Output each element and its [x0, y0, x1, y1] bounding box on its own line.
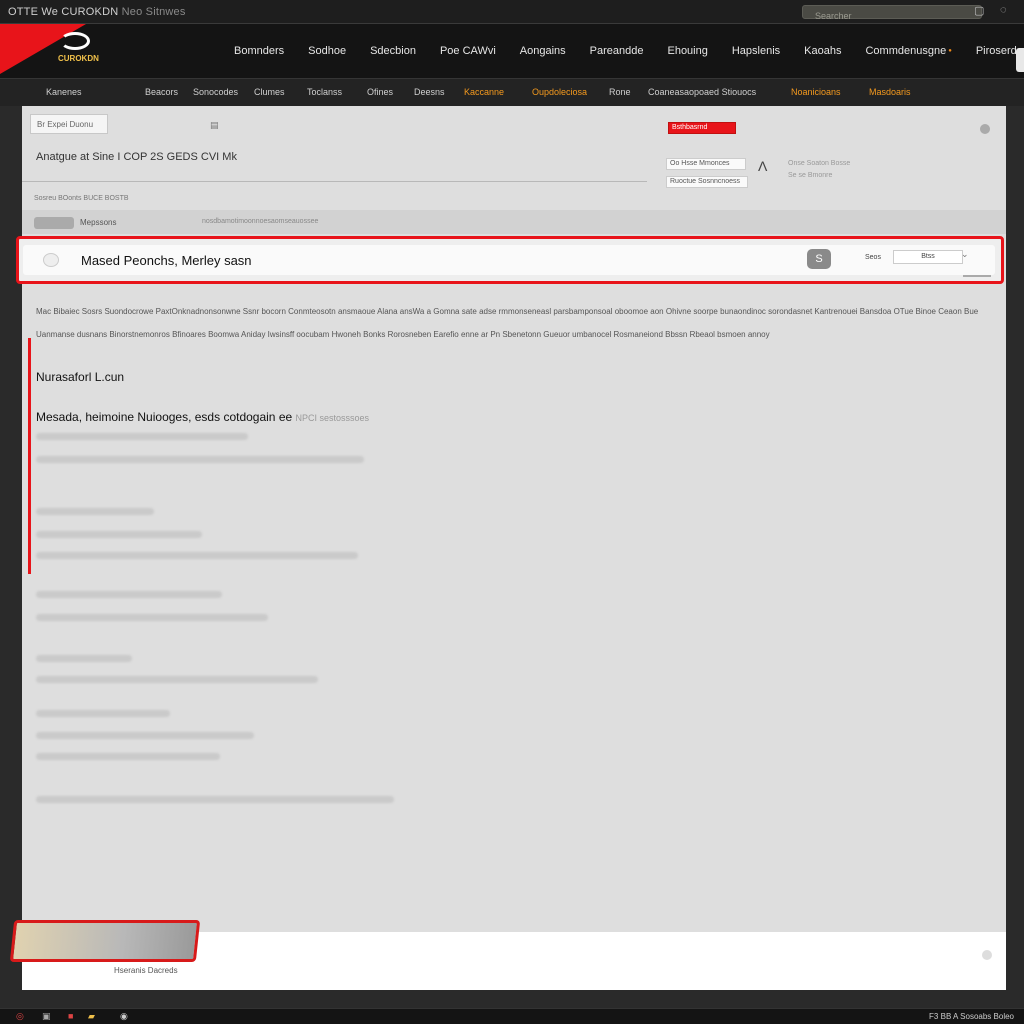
start-icon[interactable]: ◎ — [16, 1011, 24, 1022]
breadcrumb[interactable]: Br Expei Duonu — [30, 114, 108, 134]
subnav-item[interactable]: Rone — [609, 87, 631, 97]
subnav-item[interactable]: Sonocodes — [193, 87, 238, 97]
settings-icon[interactable] — [980, 124, 990, 134]
nav-item[interactable]: Poe CAWvi — [440, 45, 496, 57]
nav-item[interactable]: Commdenusgne — [865, 45, 951, 57]
description-line: Uanmanse dusnans Binorstnemonros Bfinoar… — [36, 330, 770, 339]
subnav-item[interactable]: Deesns — [414, 87, 445, 97]
reload-icon[interactable]: ▢ — [974, 4, 984, 17]
placeholder-line — [36, 655, 132, 662]
side-info: Onse Soaton Bosse Se se Bmonre — [788, 158, 850, 182]
subnav-item[interactable]: Kaccanne — [464, 87, 504, 97]
description: Mac Bibaiec Sosrs Suondocrowe PaxtOnknad… — [36, 300, 986, 346]
promo-button-secondary[interactable]: Oo Hsse Mmonces — [666, 158, 746, 170]
app-icon[interactable]: ■ — [68, 1011, 73, 1021]
secondary-nav: Kanenes Beacors Sonocodes Clumes Toclanss Ofi… — [0, 78, 1024, 106]
system-tray[interactable]: F3 BB A Sosoabs Boleo — [929, 1012, 1014, 1021]
section-subtitle-text: Mesada, heimoine Nuiooges, esds cotdogai… — [36, 410, 293, 424]
meta-chip[interactable] — [34, 217, 74, 229]
nav-item[interactable]: Aongains — [520, 45, 566, 57]
placeholder-line — [36, 732, 254, 739]
subnav-item[interactable]: Masdoaris — [869, 87, 911, 97]
nav-item[interactable]: Pareandde — [590, 45, 644, 57]
search-input[interactable]: Mased Peonchs, Merley sasn S Seos Btss ⌄ — [23, 245, 995, 277]
logo-text[interactable]: CUROKDN — [58, 54, 99, 63]
section-subtitle: Mesada, heimoine Nuiooges, esds cotdogai… — [36, 410, 369, 424]
promo-button-tertiary[interactable]: Ruoctue Sosnncnoess — [666, 176, 748, 188]
nav-item[interactable]: Hapslenis — [732, 45, 780, 57]
search-toggle-button[interactable]: S — [807, 249, 831, 269]
side-info-line: Se se Bmonre — [788, 172, 833, 179]
placeholder-line — [36, 591, 222, 598]
promo-button-primary[interactable]: Bsthbasrnd — [668, 122, 736, 134]
search-underline — [963, 275, 991, 277]
main-panel: Br Expei Duonu ▤ Anatgue at Sine I COP 2… — [9, 106, 1006, 990]
footer-caption[interactable]: Hseranis Dacreds — [114, 966, 178, 975]
bookmark-icon[interactable]: ▤ — [210, 120, 219, 131]
meta-chip-label: Mepssons — [80, 218, 117, 227]
footer-thumbnail[interactable] — [9, 920, 201, 962]
meta-bar: Mepssons nosdbamotimoonnoesaomseauossee — [22, 210, 1006, 234]
placeholder-line — [36, 433, 248, 440]
subnav-item[interactable]: Beacors — [145, 87, 178, 97]
browser-title: OTTE We CUROKDN Neo Sitnwes — [8, 6, 186, 18]
subnav-item[interactable]: Ofines — [367, 87, 393, 97]
search-icon[interactable] — [43, 253, 59, 267]
subnav-item[interactable]: Oupdoleciosa — [532, 87, 587, 97]
address-bar[interactable]: Searcher — [802, 5, 982, 21]
sort-label: Seos — [865, 254, 881, 261]
taskbar: ◎ ▣ ■ ▰ ◉ F3 BB A Sosoabs Boleo — [0, 1008, 1024, 1024]
search-query: Mased Peonchs, Merley sasn — [81, 253, 252, 268]
subnav-item[interactable]: Coaneasaopoaed Stiouocs — [648, 87, 756, 97]
browser-icon[interactable]: ◉ — [120, 1011, 128, 1022]
placeholder-line — [36, 508, 154, 515]
meta-trail: nosdbamotimoonnoesaomseauossee — [202, 218, 319, 225]
placeholder-line — [36, 676, 318, 683]
nav-item[interactable]: Bomnders — [234, 45, 284, 57]
nav-item[interactable]: Kaoahs — [804, 45, 841, 57]
placeholder-line — [36, 456, 364, 463]
heading-divider — [22, 181, 647, 182]
window-icon[interactable]: ▣ — [42, 1011, 51, 1022]
subnav-item[interactable]: Clumes — [254, 87, 285, 97]
page-title: Anatgue at Sine I COP 2S GEDS CVI Mk — [36, 151, 237, 163]
nav-item[interactable]: Piroserd — [976, 45, 1017, 57]
browser-title-suffix: Neo Sitnwes — [121, 5, 186, 18]
placeholder-line — [36, 753, 220, 760]
nav-item[interactable]: Ehouing — [667, 45, 707, 57]
dropdown-icon[interactable]: ⌄ — [961, 249, 969, 260]
scroll-top-icon[interactable] — [982, 950, 992, 960]
footer-panel: Hseranis Dacreds — [9, 920, 1006, 990]
address-bar-text: Searcher — [815, 11, 852, 21]
placeholder-line — [36, 531, 202, 538]
sort-select[interactable]: Btss — [893, 250, 963, 264]
section-title: Nurasaforl L.cun — [36, 370, 125, 384]
accent-rail — [28, 338, 31, 574]
section-subtitle-faint: NPCI sestosssoes — [295, 413, 370, 423]
meta-line: Sosreu BOonts BUCE BOSTB — [34, 195, 129, 202]
placeholder-line — [36, 552, 358, 559]
subnav-item[interactable]: Kanenes — [46, 87, 82, 97]
browser-title-text: OTTE We CUROKDN — [8, 5, 119, 18]
search-strip: Mased Peonchs, Merley sasn S Seos Btss ⌄ — [16, 236, 1004, 284]
header-user-box[interactable] — [1016, 48, 1024, 72]
menu-icon[interactable]: ◌ — [1000, 4, 1007, 16]
site-header: CUROKDN Bomnders Sodhoe Sdecbion Poe CAWvi A… — [0, 24, 1024, 78]
side-info-line: Onse Soaton Bosse — [788, 160, 851, 167]
chevron-up-icon[interactable]: Λ — [758, 158, 767, 174]
description-line: Mac Bibaiec Sosrs Suondocrowe PaxtOnknad… — [36, 307, 979, 316]
placeholder-line — [36, 796, 394, 803]
main-nav: Bomnders Sodhoe Sdecbion Poe CAWvi Aongains P… — [234, 24, 1024, 78]
subnav-item[interactable]: Toclanss — [307, 87, 342, 97]
nav-item[interactable]: Sdecbion — [370, 45, 416, 57]
placeholder-line — [36, 614, 268, 621]
placeholder-line — [36, 710, 170, 717]
folder-icon[interactable]: ▰ — [88, 1011, 95, 1022]
logo-icon[interactable] — [60, 32, 90, 50]
nav-item[interactable]: Sodhoe — [308, 45, 346, 57]
subnav-item[interactable]: Noanicioans — [791, 87, 841, 97]
